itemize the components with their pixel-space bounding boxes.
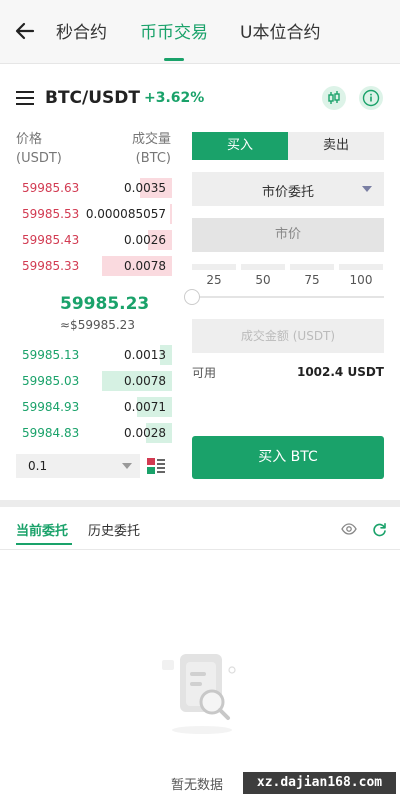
hamburger-menu-icon[interactable] [16,90,34,106]
tab-second-contract[interactable]: 秒合约 [56,18,107,43]
order-type-select[interactable]: 市价委托 [192,172,384,206]
ask-row[interactable]: 59985.63 0.0035 [16,178,172,198]
bid-row[interactable]: 59984.93 0.0071 [16,397,172,417]
bid-qty: 0.0078 [124,374,166,388]
sell-tab[interactable]: 卖出 [288,132,384,160]
available-label: 可用 [192,366,217,380]
percent-segment-25[interactable] [192,264,236,270]
price-header-label: 价格 [16,132,43,147]
percent-label-75[interactable]: 75 [290,273,334,287]
ask-depth-bar [170,204,172,224]
bid-row[interactable]: 59985.13 0.0013 [16,345,172,365]
buy-tab[interactable]: 买入 [192,132,288,160]
eye-icon[interactable] [341,522,357,536]
empty-state-text: 暂无数据 [171,778,224,793]
percent-segment-50[interactable] [241,264,285,270]
ask-qty: 0.000085057 [85,207,166,221]
price-column-header: 价格 (USDT) [16,130,62,168]
bid-price: 59985.03 [22,374,80,388]
orders-divider [0,549,400,550]
ask-price: 59985.63 [22,181,80,195]
bid-row[interactable]: 59984.83 0.0028 [16,423,172,443]
tab-current-orders[interactable]: 当前委托 [16,520,68,539]
tab-spot-trading[interactable]: 币币交易 [140,18,208,43]
orderbook-layout-icon[interactable] [146,457,166,475]
orders-tab-indicator [16,543,72,545]
percent-label-50[interactable]: 50 [241,273,285,287]
percent-segment-100[interactable] [339,264,383,270]
back-arrow-icon[interactable] [14,20,36,42]
buy-btc-button[interactable]: 买入 BTC [192,436,384,479]
ask-qty: 0.0078 [124,259,166,273]
last-price: 59985.23 [60,294,150,314]
ask-row[interactable]: 59985.33 0.0078 [16,256,172,276]
bid-qty: 0.0028 [124,426,166,440]
ask-price: 59985.43 [22,233,80,247]
tab-active-indicator [164,58,184,61]
tab-order-history[interactable]: 历史委托 [88,520,140,539]
ask-row[interactable]: 59985.53 0.000085057 [16,204,172,224]
percent-segment-75[interactable] [290,264,334,270]
percent-label-100[interactable]: 100 [339,273,383,287]
available-balance: 1002.4 USDT [296,365,384,379]
tab-usdt-futures[interactable]: U本位合约 [240,18,320,43]
candlestick-icon [328,91,340,104]
site-watermark: xz.dajian168.com [243,772,396,794]
depth-precision-value: 0.1 [28,459,48,473]
bid-qty: 0.0013 [124,348,166,362]
section-divider [0,500,400,507]
bid-price: 59984.93 [22,400,80,414]
bid-qty: 0.0071 [124,400,166,414]
caret-down-icon [362,186,372,192]
order-type-value: 市价委托 [261,185,314,200]
kline-chart-button[interactable] [322,86,346,110]
amount-slider-thumb[interactable] [184,289,200,305]
last-price-usd: ≈$59985.23 [60,318,135,332]
qty-header-unit: (BTC) [135,151,171,166]
ask-qty: 0.0035 [124,181,166,195]
ask-price: 59985.33 [22,259,80,273]
caret-down-icon [122,463,132,469]
bid-price: 59985.13 [22,348,80,362]
ask-row[interactable]: 59985.43 0.0026 [16,230,172,250]
info-button[interactable] [359,86,383,110]
depth-precision-select[interactable]: 0.1 [16,454,140,478]
empty-document-icon [162,654,236,734]
amount-slider-track[interactable] [192,296,384,298]
refresh-icon[interactable] [372,522,387,537]
bid-row[interactable]: 59985.03 0.0078 [16,371,172,391]
trading-pair[interactable]: BTC/USDT [45,88,140,108]
ask-qty: 0.0026 [124,233,166,247]
price-header-unit: (USDT) [16,151,62,166]
qty-column-header: 成交量 (BTC) [132,130,171,168]
amount-input[interactable]: 成交金额 (USDT) [192,319,384,353]
info-icon [362,89,380,107]
qty-header-label: 成交量 [131,132,171,147]
price-change: +3.62% [144,90,205,106]
percent-label-25[interactable]: 25 [192,273,236,287]
bid-price: 59984.83 [22,426,80,440]
ask-price: 59985.53 [22,207,80,221]
price-input[interactable]: 市价 [192,218,384,252]
